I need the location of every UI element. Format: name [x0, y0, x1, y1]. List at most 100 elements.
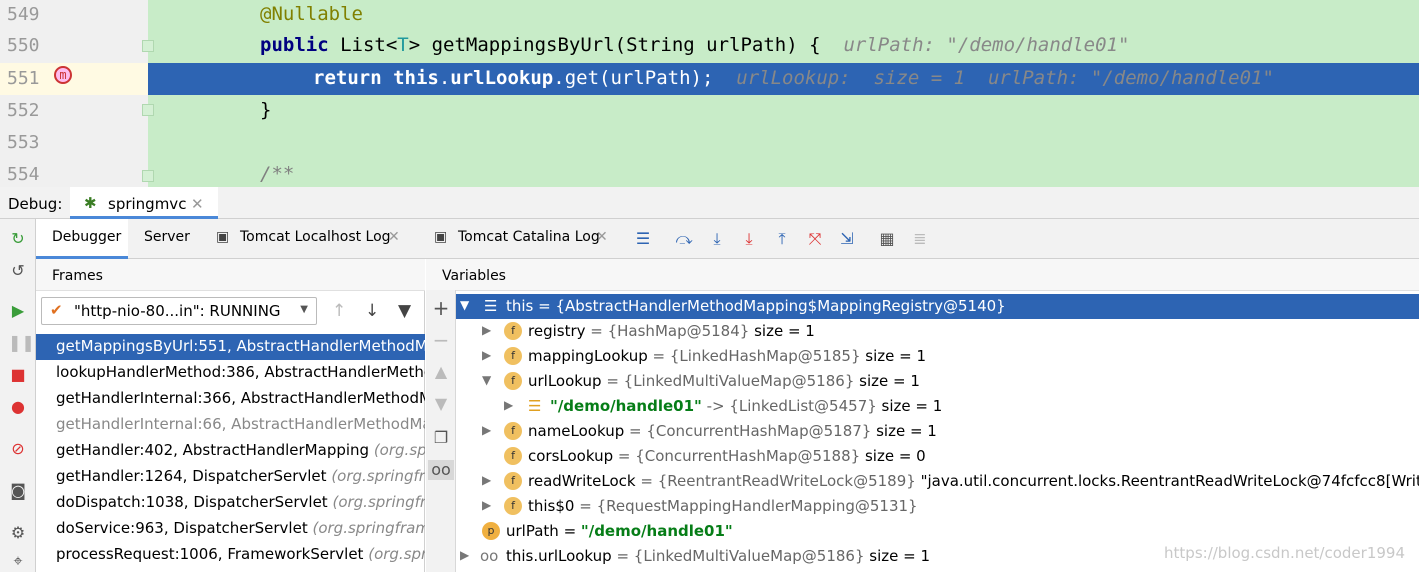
field-icon: f	[504, 472, 522, 490]
watermark: https://blog.csdn.net/coder1994	[1164, 544, 1405, 562]
debugger-tab-strip: Debugger Server ▣ Tomcat Localhost Log ✕…	[36, 219, 1419, 259]
watch-icon: oo	[480, 547, 499, 565]
code-line-550: 550 m public List<T> getMappingsByUrl(St…	[0, 31, 1419, 84]
field-icon: f	[504, 322, 522, 340]
fold-marker-icon[interactable]	[142, 40, 154, 52]
arrow-up-icon[interactable]: ↑	[332, 301, 346, 321]
copy-icon[interactable]: ❐	[431, 428, 451, 448]
variable-row[interactable]: ▶ f readWriteLock = {ReentrantReadWriteL…	[456, 469, 1419, 494]
code-line-551: 551 return this.urlLookup.get(urlPath); …	[0, 64, 1419, 96]
remove-watch-icon[interactable]: −	[431, 330, 451, 350]
evaluate-expression-icon[interactable]: ▦	[876, 228, 898, 250]
variable-row[interactable]: ▶ f mappingLookup = {LinkedHashMap@5185}…	[456, 344, 1419, 369]
debug-label: Debug:	[8, 195, 63, 213]
expand-right-icon[interactable]: ▶	[460, 548, 469, 562]
debug-title-bar: Debug: ✱ springmvc ✕	[0, 187, 1419, 219]
variable-row[interactable]: p urlPath = "/demo/handle01"	[456, 519, 1419, 544]
force-step-into-icon[interactable]: ⤓	[738, 228, 760, 250]
rerun-icon[interactable]: ↻	[8, 229, 28, 249]
variable-row[interactable]: ▼ f urlLookup = {LinkedMultiValueMap@518…	[456, 369, 1419, 394]
field-icon: f	[504, 497, 522, 515]
variable-row[interactable]: ▶ f registry = {HashMap@5184} size = 1	[456, 319, 1419, 344]
expand-down-icon[interactable]: ▼	[460, 298, 469, 312]
pause-icon[interactable]: ❚❚	[8, 333, 35, 353]
code-text: public List<T> getMappingsByUrl(String u…	[260, 34, 1130, 56]
expand-right-icon[interactable]: ▶	[482, 323, 491, 337]
drop-frame-icon[interactable]: ⤧	[804, 228, 826, 250]
fold-marker-icon[interactable]	[142, 104, 154, 116]
frame-row[interactable]: processRequest:1006, FrameworkServlet (o…	[36, 542, 425, 568]
expand-right-icon[interactable]: ▶	[482, 423, 491, 437]
variable-row[interactable]: ▼ ☰ this = {AbstractHandlerMethodMapping…	[456, 294, 1419, 319]
frames-panel: Frames ✔ "http-nio-80...in": RUNNING ▼ ↑…	[36, 259, 425, 572]
field-icon: f	[504, 372, 522, 390]
code-text: /**	[260, 163, 295, 185]
move-down-icon[interactable]: ▼	[431, 394, 451, 414]
console-icon: ▣	[434, 229, 448, 245]
variable-row[interactable]: ▶ f nameLookup = {ConcurrentHashMap@5187…	[456, 419, 1419, 444]
restart-icon[interactable]: ↺	[8, 261, 28, 281]
expand-right-icon[interactable]: ▶	[482, 473, 491, 487]
watches-icon[interactable]: oo	[428, 460, 454, 480]
variables-header: Variables	[426, 259, 1419, 291]
console-icon: ▣	[216, 229, 230, 245]
filter-icon[interactable]: ▼	[398, 301, 411, 321]
frame-row[interactable]: getMappingsByUrl:551, AbstractHandlerMet…	[36, 334, 425, 360]
close-icon[interactable]: ✕	[191, 195, 204, 213]
line-number: 550	[7, 35, 40, 56]
variable-row[interactable]: ▶ ☰ "/demo/handle01" -> {LinkedList@5457…	[456, 394, 1419, 419]
gear-icon[interactable]: ⚙	[8, 523, 28, 543]
frame-row[interactable]: doService:963, DispatcherServlet (org.sp…	[36, 516, 425, 542]
run-to-cursor-icon[interactable]: ⇲	[836, 228, 858, 250]
line-number: 552	[7, 100, 40, 121]
inline-debug-hint: urlLookup: size = 1 urlPath: "/demo/hand…	[736, 67, 1274, 89]
mute-breakpoints-icon[interactable]: ⊘	[8, 439, 28, 459]
line-number: 551	[7, 68, 40, 89]
tab-tomcat-localhost-log[interactable]: Tomcat Localhost Log	[240, 229, 391, 245]
line-number: 554	[7, 164, 40, 185]
step-into-icon[interactable]: ⤓	[706, 228, 728, 250]
expand-right-icon[interactable]: ▶	[504, 398, 513, 412]
variable-row[interactable]: f corsLookup = {ConcurrentHashMap@5188} …	[456, 444, 1419, 469]
tab-server[interactable]: Server	[144, 229, 190, 245]
frame-row[interactable]: getHandlerInternal:366, AbstractHandlerM…	[36, 386, 425, 412]
code-text: return this.urlLookup.get(urlPath); urlL…	[313, 67, 1274, 89]
frame-row[interactable]: doDispatch:1038, DispatcherServlet (org.…	[36, 490, 425, 516]
view-breakpoints-icon[interactable]: ●	[8, 397, 28, 417]
thread-selector[interactable]: ✔ "http-nio-80...in": RUNNING ▼	[41, 297, 317, 325]
variables-panel: Variables ▼ ☰ this = {AbstractHandlerMet…	[426, 259, 1419, 572]
tab-tomcat-catalina-log[interactable]: Tomcat Catalina Log	[458, 229, 600, 245]
frame-row[interactable]: getHandler:402, AbstractHandlerMapping (…	[36, 438, 425, 464]
camera-icon[interactable]: ◙	[8, 481, 28, 501]
frame-row[interactable]: getHandler:1264, DispatcherServlet (org.…	[36, 464, 425, 490]
line-number: 549	[7, 4, 40, 25]
variable-row[interactable]: ▶ f this$0 = {RequestMappingHandlerMappi…	[456, 494, 1419, 519]
resume-icon[interactable]: ▶	[8, 301, 28, 321]
trace-stream-icon[interactable]: ≣	[909, 228, 931, 250]
pin-icon[interactable]: ⌖	[8, 551, 28, 571]
step-out-icon[interactable]: ⤒	[771, 228, 793, 250]
code-editor[interactable]: 549 @Nullable 550 m public List<T> getMa…	[0, 0, 1419, 187]
expand-right-icon[interactable]: ▶	[482, 348, 491, 362]
tab-debugger[interactable]: Debugger	[36, 219, 128, 259]
expand-right-icon[interactable]: ▶	[482, 498, 491, 512]
close-icon[interactable]: ✕	[596, 229, 608, 245]
stop-icon[interactable]: ■	[8, 365, 28, 385]
chevron-down-icon: ▼	[300, 304, 308, 315]
expand-down-icon[interactable]: ▼	[482, 373, 491, 387]
frame-row[interactable]: lookupHandlerMethod:386, AbstractHandler…	[36, 360, 425, 386]
move-up-icon[interactable]: ▲	[431, 362, 451, 382]
show-execution-point-icon[interactable]: ☰	[632, 228, 654, 250]
list-icon: ☰	[484, 297, 498, 315]
add-watch-icon[interactable]: +	[431, 298, 451, 318]
code-text: @Nullable	[260, 3, 363, 25]
arrow-down-icon[interactable]: ↓	[365, 301, 379, 321]
frame-row[interactable]: getHandlerInternal:66, AbstractHandlerMe…	[36, 412, 425, 438]
field-icon: f	[504, 347, 522, 365]
field-icon: f	[504, 447, 522, 465]
close-icon[interactable]: ✕	[388, 229, 400, 245]
step-over-icon[interactable]: ⤼	[673, 228, 695, 250]
code-line-552: 552 }	[0, 96, 1419, 128]
session-tab-springmvc[interactable]: ✱ springmvc ✕	[70, 187, 218, 219]
fold-marker-icon[interactable]	[142, 170, 154, 182]
